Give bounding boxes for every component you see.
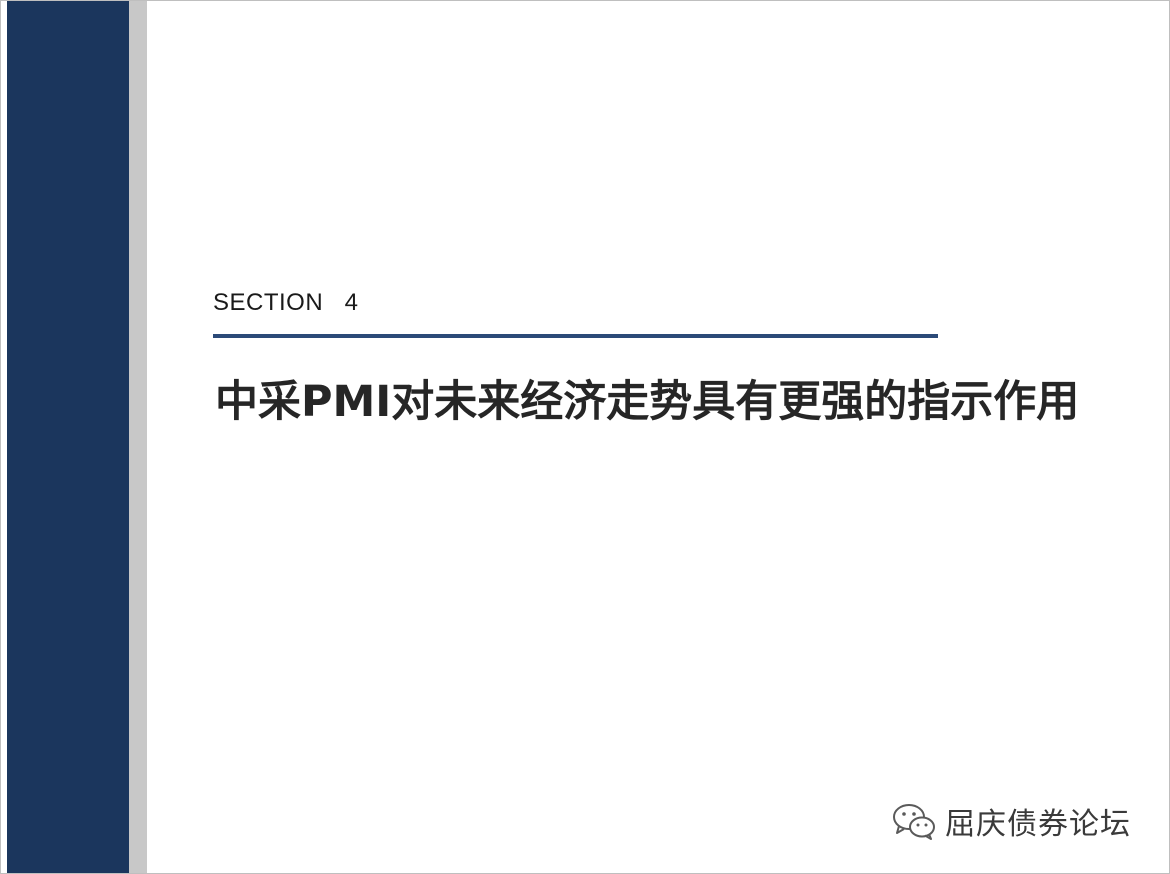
- section-label: SECTION 4: [213, 289, 359, 316]
- watermark-text: 屈庆债券论坛: [945, 807, 1131, 842]
- slide-title: 中采PMI对未来经济走势具有更强的指示作用: [215, 377, 1080, 427]
- left-grey-strip: [129, 1, 147, 873]
- wechat-icon: [893, 804, 935, 840]
- section-divider: [213, 334, 938, 338]
- slide: SECTION 4 中采PMI对未来经济走势具有更强的指示作用 屈庆债券论坛: [0, 0, 1170, 874]
- left-navy-band: [7, 1, 129, 873]
- watermark: 屈庆债券论坛: [891, 799, 1131, 843]
